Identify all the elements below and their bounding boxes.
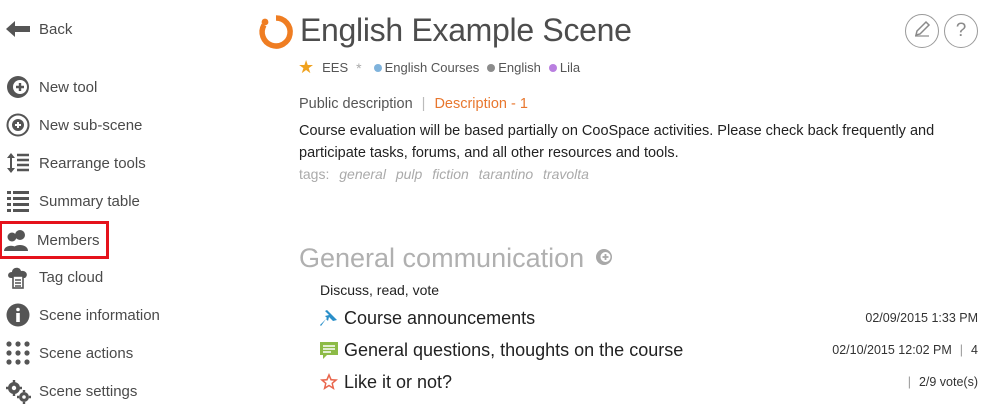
favorite-star-icon[interactable]: ★ — [298, 57, 314, 78]
vote-star-icon — [318, 371, 340, 393]
tool-meta: 02/10/2015 12:02 PM | 4 — [832, 343, 978, 357]
category-chip[interactable]: English Courses — [373, 60, 480, 75]
chip-dot-icon — [487, 63, 496, 72]
tool-votes: 2/9 vote(s) — [918, 375, 978, 389]
section-title: General communication — [299, 243, 614, 274]
tool-name[interactable]: General questions, thoughts on the cours… — [344, 340, 683, 361]
back-label: Back — [39, 20, 73, 38]
description-text: Course evaluation will be based partiall… — [299, 123, 935, 161]
back-arrow-icon — [4, 15, 32, 43]
gears-icon — [4, 377, 32, 405]
members-icon — [2, 226, 30, 254]
sidebar-item-scene-actions[interactable]: Scene actions — [4, 338, 133, 368]
tags-line: tags: general pulp fiction tarantino tra… — [299, 166, 589, 182]
sidebar-item-new-sub-scene[interactable]: New sub-scene — [4, 110, 142, 140]
rearrange-icon — [4, 149, 32, 177]
tool-meta: | 2/9 vote(s) — [907, 375, 978, 389]
sidebar-item-summary-table[interactable]: Summary table — [4, 186, 140, 216]
tool-count: 4 — [971, 343, 978, 357]
sidebar: Back New tool New sub-scene Rearrange to… — [0, 0, 240, 409]
tool-name[interactable]: Like it or not? — [344, 372, 452, 393]
help-button[interactable]: ? — [944, 14, 978, 48]
scene-code: EES — [322, 60, 349, 75]
sidebar-item-tag-cloud[interactable]: Tag cloud — [4, 262, 103, 292]
tool-row[interactable]: Course announcements 02/09/2015 1:33 PM — [318, 305, 978, 331]
category-chip[interactable]: Lila — [548, 60, 581, 75]
chip-dot-icon — [373, 63, 382, 72]
tag-link[interactable]: general — [339, 166, 386, 182]
description-tabs: Public description | Description - 1 — [299, 96, 528, 112]
sidebar-item-label: Scene information — [39, 306, 160, 324]
sidebar-item-label: Members — [37, 231, 100, 249]
tool-name[interactable]: Course announcements — [344, 308, 535, 329]
chip-label: Lila — [559, 60, 581, 75]
dots-grid-icon — [4, 339, 32, 367]
sidebar-item-label: Scene actions — [39, 344, 134, 362]
tags-label: tags: — [299, 166, 330, 182]
new-tool-icon — [4, 73, 32, 101]
back-button[interactable]: Back — [4, 14, 72, 44]
sidebar-item-label: New tool — [39, 78, 98, 96]
tab-description-1[interactable]: Description - 1 — [434, 96, 527, 112]
tab-public-description[interactable]: Public description — [299, 96, 413, 112]
edit-button[interactable] — [905, 14, 939, 48]
add-tool-icon[interactable] — [594, 243, 614, 274]
section-subtitle: Discuss, read, vote — [320, 282, 440, 298]
tool-meta: 02/09/2015 1:33 PM — [865, 311, 978, 325]
sidebar-item-label: New sub-scene — [39, 116, 143, 134]
sidebar-item-label: Rearrange tools — [39, 154, 146, 172]
asterisk-marker: * — [356, 59, 362, 76]
coospace-logo — [257, 13, 295, 51]
scene-meta: ★ EES * English Courses English Lila — [298, 57, 588, 78]
page-title: English Example Scene — [300, 12, 632, 48]
pencil-icon — [913, 20, 931, 43]
sidebar-item-scene-information[interactable]: Scene information — [4, 300, 160, 330]
sidebar-item-scene-settings[interactable]: Scene settings — [4, 376, 137, 406]
tag-cloud-icon — [4, 263, 32, 291]
forum-icon — [318, 339, 340, 361]
chip-label: English — [498, 60, 541, 75]
sidebar-item-label: Summary table — [39, 192, 140, 210]
pin-icon — [318, 307, 340, 329]
tag-link[interactable]: tarantino — [479, 166, 533, 182]
new-sub-scene-icon — [4, 111, 32, 139]
section-title-text: General communication — [299, 243, 585, 273]
tag-link[interactable]: fiction — [432, 166, 469, 182]
sidebar-item-label: Scene settings — [39, 382, 138, 400]
sidebar-item-new-tool[interactable]: New tool — [4, 72, 97, 102]
sidebar-item-rearrange-tools[interactable]: Rearrange tools — [4, 148, 146, 178]
tag-link[interactable]: travolta — [543, 166, 589, 182]
tag-link[interactable]: pulp — [396, 166, 422, 182]
tool-date: 02/09/2015 1:33 PM — [865, 311, 978, 325]
sidebar-item-label: Tag cloud — [39, 268, 104, 286]
tab-separator: | — [421, 96, 426, 112]
info-icon — [4, 301, 32, 329]
question-icon: ? — [955, 20, 967, 41]
chip-dot-icon — [548, 63, 557, 72]
category-chip[interactable]: English — [487, 60, 541, 75]
sidebar-item-members[interactable]: Members — [0, 221, 109, 259]
chip-label: English Courses — [384, 60, 480, 75]
tool-date: 02/10/2015 12:02 PM — [832, 343, 952, 357]
tool-row[interactable]: General questions, thoughts on the cours… — [318, 337, 978, 363]
summary-table-icon — [4, 187, 32, 215]
tool-row[interactable]: Like it or not? | 2/9 vote(s) — [318, 369, 978, 395]
